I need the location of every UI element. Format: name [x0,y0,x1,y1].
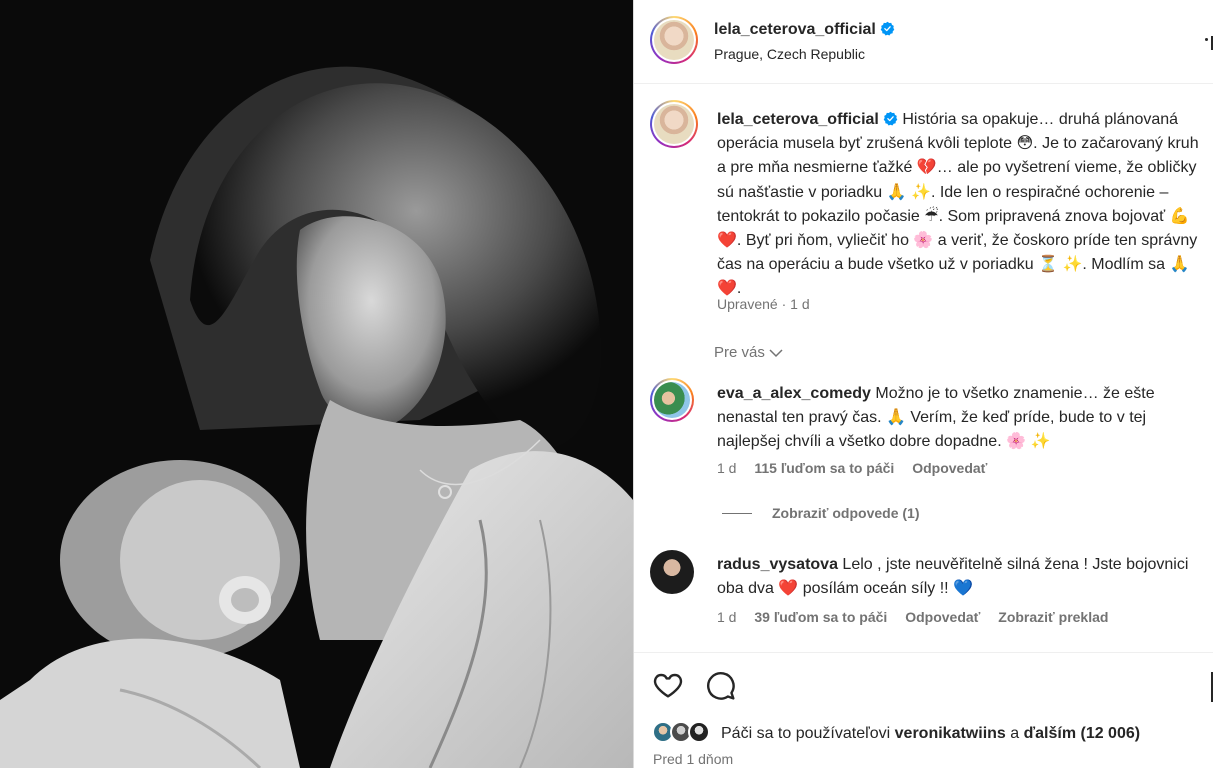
more-options-icon[interactable] [1205,38,1208,41]
liker-username[interactable]: veronikatwiins [895,725,1006,742]
post-location[interactable]: Prague, Czech Republic [714,46,865,62]
liker-avatar [688,721,710,743]
chevron-down-icon [769,349,783,358]
view-replies-label: Zobraziť odpovede (1) [772,505,920,521]
post-photo-illustration [0,0,633,768]
likes-summary: Páči sa to používateľovi veronikatwiins … [721,725,1140,743]
commenter-avatar[interactable] [650,550,694,594]
post-photo[interactable] [0,0,633,768]
reply-button[interactable]: Odpovedať [905,609,980,625]
post-header: lela_ceterova_official Prague, Czech Rep… [634,0,1213,84]
post-actions: Páči sa to používateľovi veronikatwiins … [634,652,1213,768]
caption-username[interactable]: lela_ceterova_official [717,111,879,128]
comment-likes[interactable]: 115 ľuďom sa to páči [754,460,894,476]
translate-button[interactable]: Zobraziť preklad [998,609,1108,625]
comment-time[interactable]: 1 d [717,460,736,476]
author-avatar[interactable] [650,16,698,64]
likes-others-button[interactable]: ďalším (12 006) [1024,725,1140,742]
post-timestamp[interactable]: Pred 1 dňom [653,751,733,767]
author-username[interactable]: lela_ceterova_official [714,21,876,38]
verified-badge-icon [880,21,895,36]
view-replies-button[interactable]: Zobraziť odpovede (1) [722,505,920,521]
comments-sort-label: Pre vás [714,344,765,361]
post-side-panel: lela_ceterova_official Prague, Czech Rep… [633,0,1213,768]
comments-sort-dropdown[interactable]: Pre vás [714,344,783,361]
comment-meta: 1 d 115 ľuďom sa to páči Odpovedať [717,460,1001,476]
comment-time[interactable]: 1 d [717,609,736,625]
comment-meta: 1 d 39 ľuďom sa to páči Odpovedať Zobraz… [717,609,1122,625]
replies-divider [722,513,752,514]
caption-author-avatar[interactable] [650,100,698,148]
reply-button[interactable]: Odpovedať [912,460,987,476]
verified-badge-icon [883,111,898,126]
commenter-username[interactable]: radus_vysatova [717,556,838,573]
likes-and: a [1010,725,1020,742]
caption-text: História sa opakuje… druhá plánovaná ope… [717,111,1199,298]
commenter-avatar[interactable] [650,378,694,422]
comment-icon[interactable] [704,669,736,701]
comment-likes[interactable]: 39 ľuďom sa to páči [754,609,887,625]
likes-prefix: Páči sa to používateľovi [721,725,891,742]
commenter-username[interactable]: eva_a_alex_comedy [717,385,871,402]
heart-icon[interactable] [652,669,684,701]
caption-meta: Upravené · 1 d [717,296,810,312]
